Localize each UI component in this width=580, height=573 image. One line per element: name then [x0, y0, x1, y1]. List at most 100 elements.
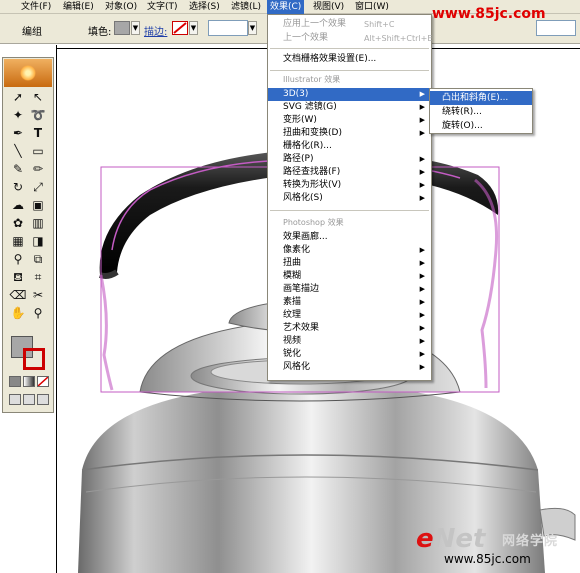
stroke-dropdown[interactable]: ▼	[189, 21, 198, 35]
gradient-mode-icon[interactable]	[23, 376, 35, 387]
pencil-tool-icon[interactable]: ✏	[29, 160, 47, 178]
screen-mode-full-icon[interactable]	[37, 394, 49, 405]
stroke-color-box[interactable]	[23, 348, 45, 370]
paintbrush-tool-icon[interactable]: ✎	[9, 160, 27, 178]
menu-item-3d[interactable]: 3D(3) ▶	[268, 88, 431, 101]
blend-tool-icon[interactable]: ⧉	[29, 250, 47, 268]
color-mode-icon[interactable]	[9, 376, 21, 387]
screen-mode-standard-icon[interactable]	[9, 394, 21, 405]
watermark-top: www.85jc.com	[432, 6, 546, 22]
menu-select[interactable]: 选择(S)	[186, 0, 223, 14]
stroke-weight-dropdown[interactable]: ▼	[248, 21, 257, 35]
app-logo	[4, 59, 52, 87]
submenu-arrow-icon: ▶	[419, 103, 425, 111]
submenu-arrow-icon: ▶	[419, 155, 425, 163]
menu-item-raster-settings[interactable]: 文档栅格效果设置(E)...	[268, 53, 431, 66]
submenu-arrow-icon: ▶	[419, 90, 425, 98]
none-stroke-icon	[173, 22, 187, 34]
gradient-tool-icon[interactable]: ◨	[29, 232, 47, 250]
enet-logo: eNet 网络学院	[416, 524, 559, 554]
symbol-sprayer-tool-icon[interactable]: ✿	[9, 214, 27, 232]
menu-view[interactable]: 视图(V)	[310, 0, 347, 14]
menu-effect[interactable]: 效果(C)	[267, 0, 305, 14]
menu-item-stylize-photoshop[interactable]: 风格化 ▶	[268, 361, 431, 374]
eraser-tool-icon[interactable]: ⌫	[9, 286, 27, 304]
menu-item-rotate[interactable]: 旋转(O)...	[430, 119, 532, 133]
submenu-arrow-icon: ▶	[419, 116, 425, 124]
menu-item-distort-transform[interactable]: 扭曲和变换(D) ▶	[268, 127, 431, 140]
fill-stroke-selector[interactable]	[11, 336, 47, 370]
menu-item-video[interactable]: 视频 ▶	[268, 335, 431, 348]
opacity-field[interactable]	[536, 20, 576, 36]
menu-item-path[interactable]: 路径(P) ▶	[268, 153, 431, 166]
tools-panel: ➚ ↖ ✦ ➰ ✒ T ╲ ▭ ✎ ✏ ↻ ⤢ ☁ ▣ ✿ ▥ ▦ ◨ ⚲ ⧉ …	[2, 57, 54, 413]
submenu-arrow-icon: ▶	[419, 311, 425, 319]
submenu-arrow-icon: ▶	[419, 129, 425, 137]
menu-item-extrude-bevel[interactable]: 凸出和斜角(E)...	[430, 91, 532, 105]
column-graph-tool-icon[interactable]: ▥	[29, 214, 47, 232]
menu-item-svg-filters[interactable]: SVG 滤镜(G) ▶	[268, 101, 431, 114]
menu-separator	[270, 210, 429, 211]
menu-item-rasterize[interactable]: 栅格化(R)...	[268, 140, 431, 153]
menu-edit[interactable]: 编辑(E)	[60, 0, 97, 14]
menu-item-warp[interactable]: 变形(W) ▶	[268, 114, 431, 127]
submenu-arrow-icon: ▶	[419, 246, 425, 254]
eyedropper-tool-icon[interactable]: ⚲	[9, 250, 27, 268]
warp-tool-icon[interactable]: ☁	[9, 196, 27, 214]
submenu-arrow-icon: ▶	[419, 298, 425, 306]
menu-item-revolve[interactable]: 绕转(R)...	[430, 105, 532, 119]
fill-dropdown[interactable]: ▼	[131, 21, 140, 35]
submenu-arrow-icon: ▶	[419, 337, 425, 345]
fill-swatch[interactable]	[114, 21, 130, 35]
illustrator-effects-header: Illustrator 效果	[283, 75, 341, 84]
scissors-tool-icon[interactable]: ✂	[29, 286, 47, 304]
menu-item-sharpen[interactable]: 锐化 ▶	[268, 348, 431, 361]
stroke-label[interactable]: 描边:	[144, 23, 167, 38]
mesh-tool-icon[interactable]: ▦	[9, 232, 27, 250]
scale-tool-icon[interactable]: ⤢	[29, 178, 47, 196]
menu-item-last-effect[interactable]: 上一个效果 Alt+Shift+Ctrl+E	[268, 32, 432, 45]
menu-item-convert-to-shape[interactable]: 转换为形状(V) ▶	[268, 179, 431, 192]
submenu-arrow-icon: ▶	[419, 350, 425, 358]
submenu-arrow-icon: ▶	[419, 285, 425, 293]
type-tool-icon[interactable]: T	[29, 124, 47, 142]
selection-tool-icon[interactable]: ➚	[9, 88, 27, 106]
menu-item-apply-last-effect[interactable]: 应用上一个效果 Shift+C	[268, 18, 431, 31]
none-mode-icon[interactable]	[37, 376, 49, 387]
menu-item-blur[interactable]: 模糊 ▶	[268, 270, 431, 283]
menu-item-effect-gallery[interactable]: 效果画廊...	[268, 231, 431, 244]
rectangle-tool-icon[interactable]: ▭	[29, 142, 47, 160]
menu-item-pathfinder[interactable]: 路径查找器(F) ▶	[268, 166, 431, 179]
direct-selection-tool-icon[interactable]: ↖	[29, 88, 47, 106]
watermark-bottom: www.85jc.com	[444, 552, 531, 566]
submenu-arrow-icon: ▶	[419, 181, 425, 189]
rotate-tool-icon[interactable]: ↻	[9, 178, 27, 196]
menu-filter[interactable]: 滤镜(L)	[228, 0, 264, 14]
menu-separator	[270, 48, 429, 49]
live-paint-tool-icon[interactable]: ⛾	[9, 268, 27, 286]
stroke-swatch[interactable]	[172, 21, 188, 35]
menu-item-stylize-illustrator[interactable]: 风格化(S) ▶	[268, 192, 431, 205]
zoom-tool-icon[interactable]: ⚲	[29, 304, 47, 322]
submenu-arrow-icon: ▶	[419, 194, 425, 202]
menu-item-pixelate[interactable]: 像素化 ▶	[268, 244, 431, 257]
menu-item-sketch[interactable]: 素描 ▶	[268, 296, 431, 309]
menu-file[interactable]: 文件(F)	[18, 0, 54, 14]
free-transform-tool-icon[interactable]: ▣	[29, 196, 47, 214]
pen-tool-icon[interactable]: ✒	[9, 124, 27, 142]
menu-item-distort[interactable]: 扭曲 ▶	[268, 257, 431, 270]
line-tool-icon[interactable]: ╲	[9, 142, 27, 160]
screen-mode-menu-icon[interactable]	[23, 394, 35, 405]
menu-item-brush-strokes[interactable]: 画笔描边 ▶	[268, 283, 431, 296]
stroke-weight-field[interactable]	[208, 20, 248, 36]
slice-tool-icon[interactable]: ⌗	[29, 268, 47, 286]
menu-type[interactable]: 文字(T)	[144, 0, 181, 14]
magic-wand-tool-icon[interactable]: ✦	[9, 106, 27, 124]
menu-item-texture[interactable]: 纹理 ▶	[268, 309, 431, 322]
lasso-tool-icon[interactable]: ➰	[29, 106, 47, 124]
menu-item-artistic[interactable]: 艺术效果 ▶	[268, 322, 431, 335]
submenu-arrow-icon: ▶	[419, 272, 425, 280]
menu-object[interactable]: 对象(O)	[102, 0, 140, 14]
menu-window[interactable]: 窗口(W)	[352, 0, 392, 14]
hand-tool-icon[interactable]: ✋	[9, 304, 27, 322]
